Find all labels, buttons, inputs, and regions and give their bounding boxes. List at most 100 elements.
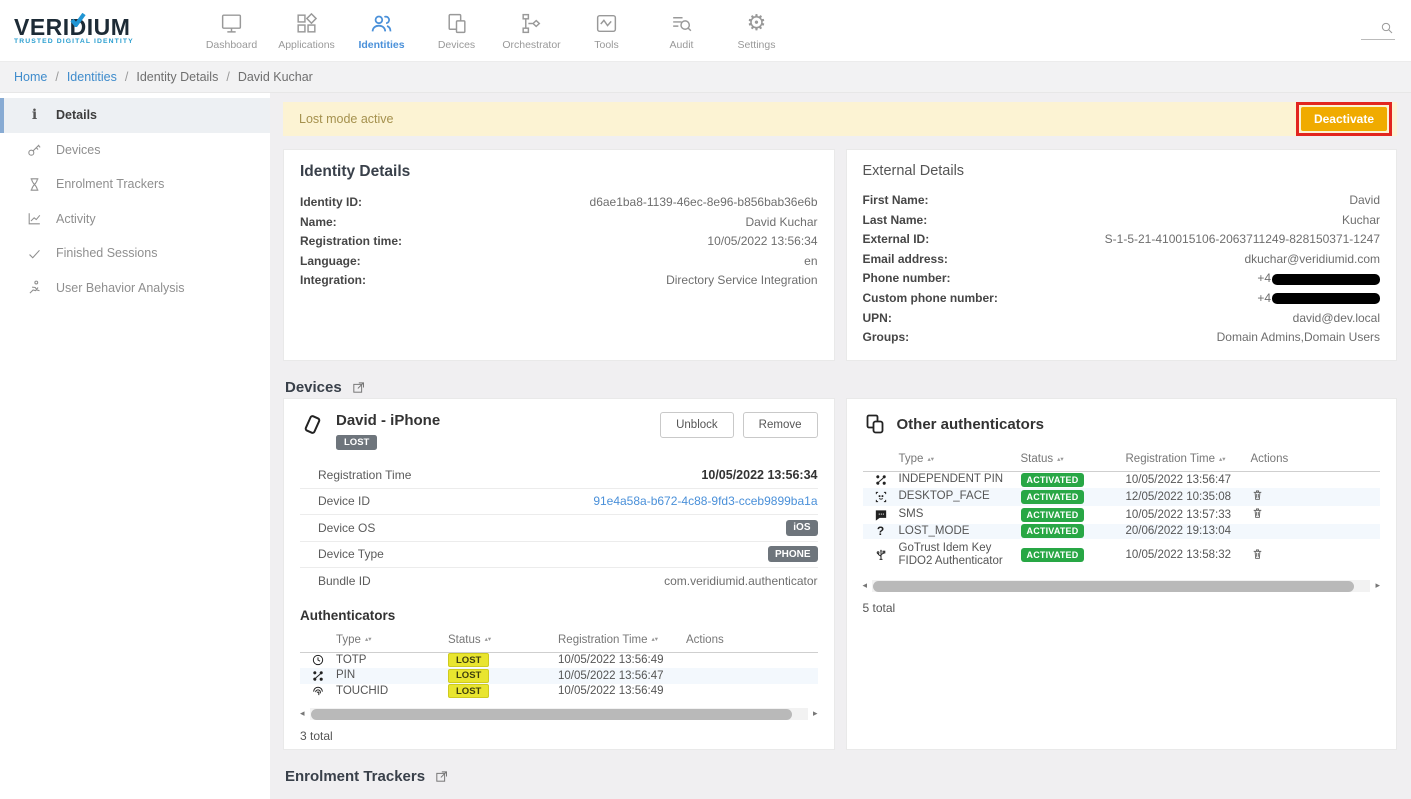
scrollbar-thumb[interactable] bbox=[311, 709, 792, 720]
sort-icon: ▴▾ bbox=[485, 637, 492, 642]
nav-item-dashboard[interactable]: Dashboard bbox=[194, 11, 269, 51]
nav-item-tools[interactable]: Tools bbox=[569, 11, 644, 51]
delete-icon[interactable] bbox=[1251, 547, 1264, 561]
sidebar-item-finished-sessions[interactable]: Finished Sessions bbox=[0, 236, 270, 271]
sidebar-item-activity[interactable]: Activity bbox=[0, 202, 270, 237]
deactivate-button[interactable]: Deactivate bbox=[1301, 107, 1387, 131]
device-id-link[interactable]: 91e4a58a-b672-4c88-9fd3-cceb9899ba1a bbox=[593, 494, 817, 508]
redaction-bar bbox=[1272, 274, 1380, 285]
multi-device-icon bbox=[863, 412, 887, 436]
table-row-totp: TOTP LOST 10/05/2022 13:56:49 bbox=[300, 653, 818, 669]
nav-item-applications[interactable]: Applications bbox=[269, 11, 344, 51]
nav-item-identities[interactable]: Identities bbox=[344, 11, 419, 51]
external-link-icon[interactable] bbox=[351, 380, 366, 395]
redaction-bar bbox=[1272, 293, 1380, 304]
activated-status-badge: ACTIVATED bbox=[1021, 548, 1085, 562]
face-scan-icon bbox=[874, 490, 888, 504]
devices-section-heading: Devices bbox=[285, 376, 833, 398]
veridium-logo[interactable]: VERIDIUM TRUSTED DIGITAL IDENTITY bbox=[14, 16, 172, 45]
phone-number-row: Phone number:+4 bbox=[863, 269, 1381, 289]
breadcrumb-identity-details: Identity Details bbox=[136, 70, 218, 84]
identities-icon bbox=[369, 11, 394, 36]
nav-item-devices[interactable]: Devices bbox=[419, 11, 494, 51]
unblock-button[interactable]: Unblock bbox=[660, 412, 734, 438]
identity-id-row: Identity ID:d6ae1ba8-1139-46ec-8e96-b856… bbox=[300, 193, 818, 213]
device-name: David - iPhone bbox=[336, 412, 440, 430]
other-authenticators-total: 5 total bbox=[863, 601, 1381, 615]
authenticators-table: Type▴▾ Status▴▾ Registration Time▴▾ Acti… bbox=[300, 627, 818, 700]
delete-icon[interactable] bbox=[1251, 488, 1264, 502]
nav-item-orchestrator[interactable]: Orchestrator bbox=[494, 11, 569, 51]
device-panel: David - iPhone LOST Unblock Remove Regis… bbox=[283, 398, 835, 750]
table-row-pin: PIN LOST 10/05/2022 13:56:47 bbox=[300, 668, 818, 684]
enrolment-trackers-section-heading: Enrolment Trackers bbox=[285, 765, 1395, 787]
hourglass-icon bbox=[26, 176, 43, 193]
lost-status-badge: LOST bbox=[448, 669, 489, 683]
sidebar-item-devices[interactable]: Devices bbox=[0, 133, 270, 168]
custom-phone-number-row: Custom phone number:+4 bbox=[863, 289, 1381, 309]
registration-time-row: Registration time:10/05/2022 13:56:34 bbox=[300, 232, 818, 252]
language-row: Language:en bbox=[300, 252, 818, 272]
settings-gear-icon: ⚙ bbox=[747, 11, 767, 36]
col-registration-time[interactable]: Registration Time▴▾ bbox=[558, 634, 686, 646]
authenticators-title: Authenticators bbox=[300, 608, 818, 623]
scroll-left-arrow[interactable]: ◂ bbox=[300, 709, 305, 719]
top-navigation-bar: VERIDIUM TRUSTED DIGITAL IDENTITY Dashbo… bbox=[0, 0, 1411, 62]
col-status[interactable]: Status▴▾ bbox=[1021, 453, 1126, 465]
activated-status-badge: ACTIVATED bbox=[1021, 490, 1085, 504]
external-details-title: External Details bbox=[863, 163, 1381, 179]
scroll-right-arrow[interactable]: ▸ bbox=[813, 709, 818, 719]
nav-item-settings[interactable]: ⚙ Settings bbox=[719, 11, 794, 51]
col-type[interactable]: Type▴▾ bbox=[336, 634, 448, 646]
scroll-left-arrow[interactable]: ◂ bbox=[863, 581, 868, 591]
lost-mode-banner: Lost mode active Deactivate bbox=[283, 102, 1397, 136]
pin-icon bbox=[874, 473, 888, 487]
device-type-row: Device TypePHONE bbox=[300, 542, 818, 569]
search-button[interactable] bbox=[1361, 20, 1395, 40]
scroll-right-arrow[interactable]: ▸ bbox=[1375, 581, 1380, 591]
nav-item-audit[interactable]: Audit bbox=[644, 11, 719, 51]
last-name-row: Last Name:Kuchar bbox=[863, 211, 1381, 231]
sidebar-item-details[interactable]: i Details bbox=[0, 98, 270, 133]
device-os-row: Device OSiOS bbox=[300, 515, 818, 542]
integration-row: Integration:Directory Service Integratio… bbox=[300, 271, 818, 291]
external-link-icon[interactable] bbox=[434, 769, 449, 784]
sms-bubble-icon bbox=[874, 508, 888, 522]
scrollbar-thumb[interactable] bbox=[873, 581, 1354, 592]
question-icon: ? bbox=[877, 525, 884, 538]
phone-device-icon bbox=[300, 412, 325, 437]
lost-status-badge: LOST bbox=[448, 653, 489, 667]
activated-status-badge: ACTIVATED bbox=[1021, 473, 1085, 487]
other-authenticators-panel: Other authenticators Type▴▾ Status▴▾ Reg… bbox=[846, 398, 1398, 750]
other-authenticators-table: Type▴▾ Status▴▾ Registration Time▴▾ Acti… bbox=[863, 446, 1381, 571]
table-row-touchid: TOUCHID LOST 10/05/2022 13:56:49 bbox=[300, 684, 818, 700]
sidebar-item-user-behavior-analysis[interactable]: User Behavior Analysis bbox=[0, 271, 270, 306]
email-row: Email address:dkuchar@veridiumid.com bbox=[863, 250, 1381, 270]
clock-icon bbox=[311, 653, 325, 667]
upn-row: UPN:david@dev.local bbox=[863, 309, 1381, 329]
info-icon: i bbox=[26, 107, 43, 123]
device-lost-badge: LOST bbox=[336, 435, 377, 450]
other-authenticators-title: Other authenticators bbox=[897, 416, 1045, 433]
table-row-desktop-face: DESKTOP_FACE ACTIVATED 12/05/2022 10:35:… bbox=[863, 488, 1381, 506]
breadcrumb-identities[interactable]: Identities bbox=[67, 70, 117, 84]
bundle-id-row: Bundle IDcom.veridiumid.authenticator bbox=[300, 568, 818, 595]
fingerprint-icon bbox=[311, 684, 325, 698]
col-actions: Actions bbox=[1251, 453, 1381, 465]
sort-icon: ▴▾ bbox=[1057, 457, 1064, 462]
col-registration-time[interactable]: Registration Time▴▾ bbox=[1126, 453, 1251, 465]
sidebar-item-enrolment-trackers[interactable]: Enrolment Trackers bbox=[0, 167, 270, 202]
tools-icon bbox=[594, 11, 619, 36]
identity-details-title: Identity Details bbox=[300, 163, 818, 181]
col-status[interactable]: Status▴▾ bbox=[448, 634, 558, 646]
breadcrumb-home[interactable]: Home bbox=[14, 70, 47, 84]
device-registration-time-row: Registration Time10/05/2022 13:56:34 bbox=[300, 462, 818, 489]
external-id-row: External ID:S-1-5-21-410015106-206371124… bbox=[863, 230, 1381, 250]
remove-button[interactable]: Remove bbox=[743, 412, 818, 438]
col-type[interactable]: Type▴▾ bbox=[899, 453, 1021, 465]
activity-chart-icon bbox=[26, 210, 43, 227]
sort-icon: ▴▾ bbox=[927, 457, 934, 462]
search-icon bbox=[1379, 20, 1395, 36]
delete-icon[interactable] bbox=[1251, 506, 1264, 520]
breadcrumb-current-user: David Kuchar bbox=[238, 70, 313, 84]
